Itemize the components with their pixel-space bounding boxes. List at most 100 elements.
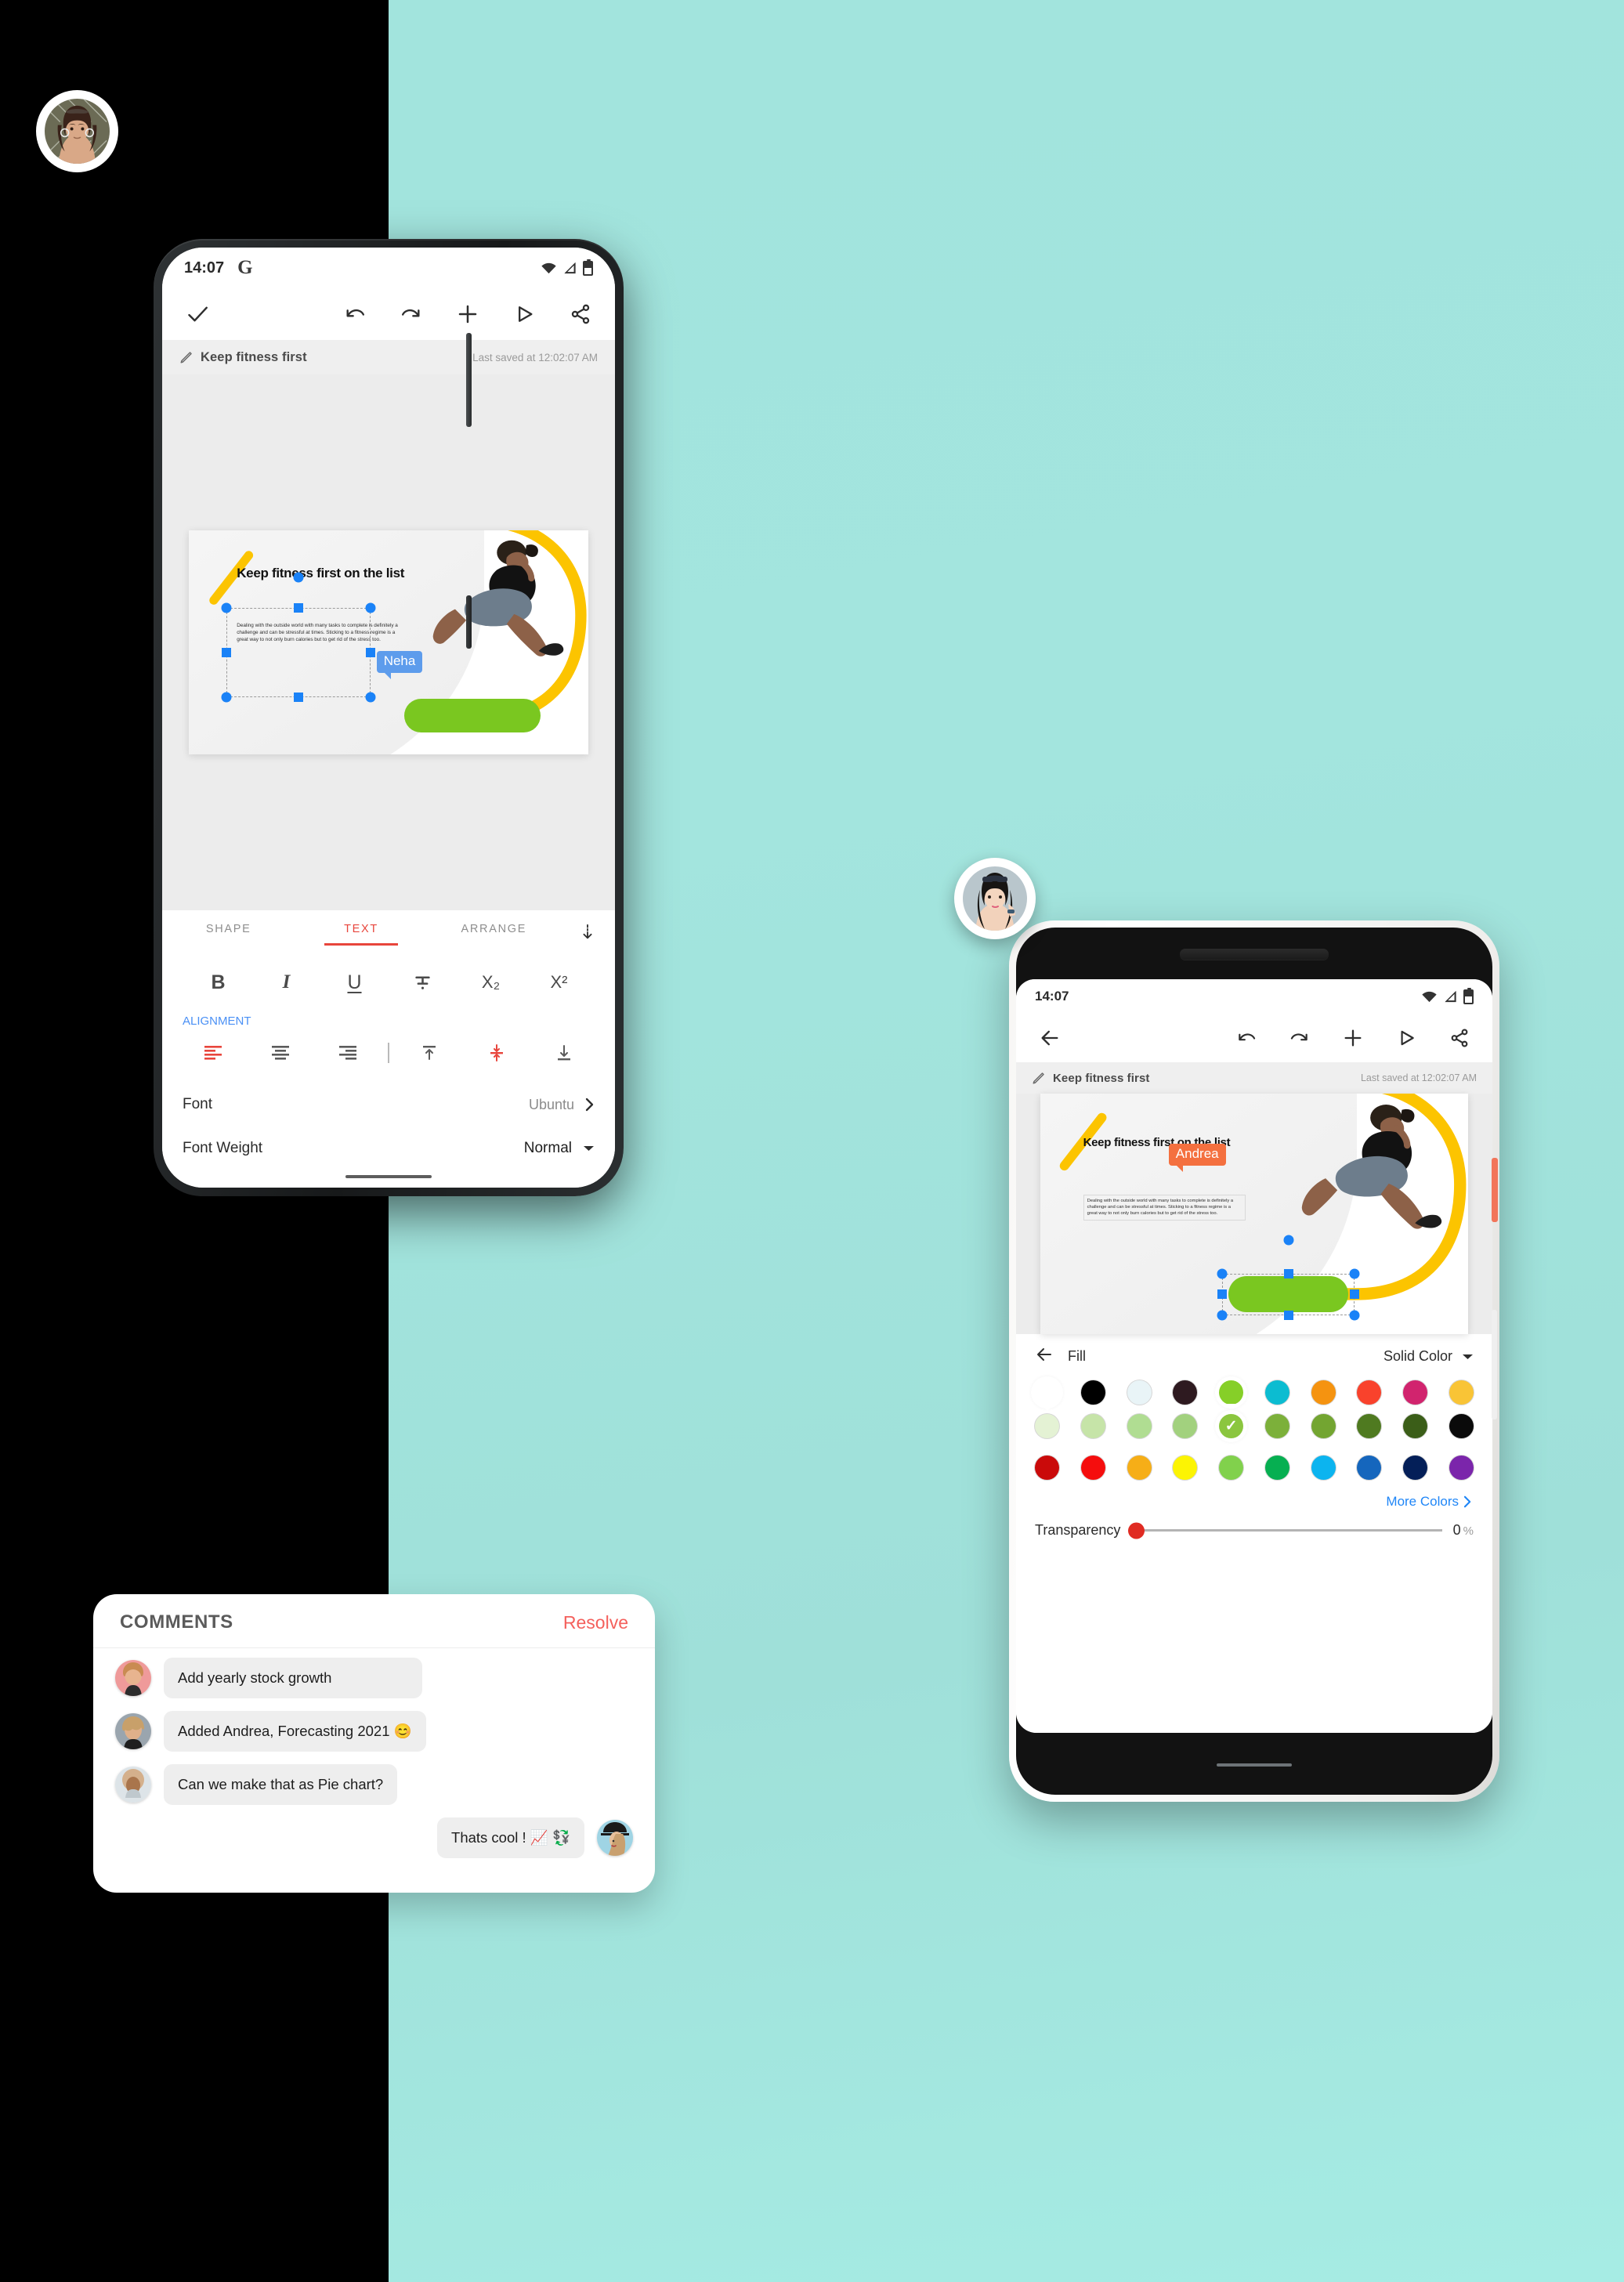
align-left-button[interactable] — [179, 1036, 247, 1070]
superscript-button[interactable]: X² — [541, 964, 577, 1000]
strikethrough-button[interactable] — [405, 964, 441, 1000]
selection-handle[interactable] — [222, 647, 232, 657]
color-swatch-selected[interactable] — [1219, 1380, 1244, 1405]
add-icon[interactable] — [1339, 1024, 1367, 1052]
align-center-button[interactable] — [247, 1036, 314, 1070]
phone2-power-button[interactable] — [1492, 1158, 1498, 1222]
color-swatch[interactable] — [1127, 1380, 1152, 1405]
selection-handle[interactable] — [221, 692, 232, 703]
slide-preview[interactable]: Keep fitness first on the list Dealing w… — [189, 530, 588, 755]
rotate-handle[interactable] — [293, 572, 304, 583]
color-swatch[interactable] — [1173, 1380, 1198, 1405]
avatar[interactable] — [115, 1660, 151, 1696]
transparency-slider-track[interactable] — [1128, 1522, 1442, 1539]
selection-handle[interactable] — [1217, 1289, 1228, 1300]
slide-title-text[interactable]: Keep fitness first on the list — [237, 566, 404, 580]
fill-mode-dropdown[interactable]: Solid Color — [1383, 1348, 1474, 1365]
color-swatch[interactable] — [1357, 1414, 1382, 1439]
align-bottom-button[interactable] — [530, 1036, 598, 1070]
selection-handle[interactable] — [1349, 1310, 1360, 1321]
present-play-icon[interactable] — [1392, 1024, 1420, 1052]
align-middle-button[interactable] — [463, 1036, 530, 1070]
share-icon[interactable] — [1445, 1024, 1474, 1052]
color-swatch[interactable] — [1035, 1380, 1059, 1405]
selection-handle[interactable] — [294, 693, 304, 703]
color-swatch[interactable] — [1311, 1380, 1336, 1405]
subscript-button[interactable]: X₂ — [473, 964, 509, 1000]
color-swatch[interactable] — [1403, 1380, 1428, 1405]
selection-handle[interactable] — [365, 692, 376, 703]
color-swatch[interactable] — [1264, 1456, 1289, 1481]
phone2-canvas-area[interactable]: Keep fitness first on the list Dealing w… — [1016, 1094, 1492, 1335]
resolve-button[interactable]: Resolve — [563, 1612, 628, 1633]
color-swatch[interactable] — [1080, 1456, 1105, 1481]
color-swatch[interactable] — [1357, 1380, 1382, 1405]
slide-preview[interactable]: Keep fitness first on the list Dealing w… — [1040, 1094, 1468, 1335]
more-colors-link[interactable]: More Colors — [1016, 1485, 1492, 1513]
phone2-volume-button[interactable] — [1492, 1310, 1497, 1419]
underline-button[interactable]: U — [337, 964, 373, 1000]
rotate-handle[interactable] — [1283, 1235, 1294, 1246]
color-swatch[interactable] — [1035, 1456, 1059, 1481]
phone1-volume-button[interactable] — [466, 333, 472, 427]
align-right-button[interactable] — [314, 1036, 382, 1070]
avatar[interactable] — [115, 1767, 151, 1803]
avatar-badge-neha[interactable] — [36, 90, 118, 172]
selection-handle[interactable] — [1283, 1269, 1293, 1279]
color-swatch[interactable] — [1403, 1414, 1428, 1439]
selection-handle[interactable] — [366, 647, 376, 657]
font-weight-option-row[interactable]: Font Weight Normal — [162, 1127, 615, 1170]
color-swatch-selected[interactable]: ✓ — [1219, 1414, 1244, 1439]
redo-icon[interactable] — [1286, 1024, 1314, 1052]
transparency-slider-knob[interactable] — [1128, 1522, 1145, 1539]
color-swatch[interactable] — [1403, 1456, 1428, 1481]
selection-handle[interactable] — [1217, 1310, 1228, 1321]
font-option-row[interactable]: Font Ubuntu — [162, 1083, 615, 1127]
avatar-badge-andrea[interactable] — [954, 858, 1036, 939]
color-swatch[interactable] — [1080, 1380, 1105, 1405]
color-swatch[interactable] — [1449, 1414, 1474, 1439]
add-icon[interactable] — [454, 300, 482, 328]
selection-handle[interactable] — [294, 602, 304, 613]
present-play-icon[interactable] — [510, 300, 538, 328]
selection-handle[interactable] — [365, 602, 376, 613]
color-swatch[interactable] — [1127, 1414, 1152, 1439]
undo-icon[interactable] — [341, 300, 369, 328]
tab-shape[interactable]: SHAPE — [162, 923, 295, 946]
undo-icon[interactable] — [1232, 1024, 1260, 1052]
back-arrow-icon[interactable] — [1035, 1023, 1065, 1053]
phone1-power-button[interactable] — [466, 595, 472, 649]
avatar[interactable] — [597, 1820, 633, 1856]
tab-text[interactable]: TEXT — [295, 923, 427, 946]
selection-handle[interactable] — [1349, 1268, 1360, 1279]
confirm-check-icon[interactable] — [183, 299, 212, 329]
color-swatch[interactable] — [1311, 1456, 1336, 1481]
phone2-document-title-bar[interactable]: Keep fitness first Last saved at 12:02:0… — [1016, 1062, 1492, 1094]
back-arrow-icon[interactable] — [1035, 1345, 1054, 1368]
transparency-control[interactable]: Transparency 0% — [1016, 1513, 1492, 1539]
color-swatch[interactable] — [1449, 1380, 1474, 1405]
color-swatch[interactable] — [1080, 1414, 1105, 1439]
color-swatch[interactable] — [1357, 1456, 1382, 1481]
color-swatch[interactable] — [1219, 1456, 1244, 1481]
color-swatch[interactable] — [1311, 1414, 1336, 1439]
selection-handle[interactable] — [221, 602, 232, 613]
selection-handle[interactable] — [1217, 1268, 1228, 1279]
redo-icon[interactable] — [397, 300, 425, 328]
color-swatch[interactable] — [1173, 1456, 1198, 1481]
bold-button[interactable]: B — [201, 964, 237, 1000]
share-icon[interactable] — [566, 300, 595, 328]
slide-body-text[interactable]: Dealing with the outside world with many… — [1083, 1194, 1246, 1221]
align-top-button[interactable] — [396, 1036, 463, 1070]
color-swatch[interactable] — [1173, 1414, 1198, 1439]
italic-button[interactable]: I — [269, 964, 305, 1000]
green-pill-shape[interactable] — [404, 698, 541, 732]
selection-handle[interactable] — [1283, 1310, 1293, 1320]
color-swatch[interactable] — [1264, 1414, 1289, 1439]
phone1-canvas-area[interactable]: Keep fitness first on the list Dealing w… — [162, 374, 615, 910]
color-swatch[interactable] — [1127, 1456, 1152, 1481]
color-swatch[interactable] — [1035, 1414, 1059, 1439]
color-swatch[interactable] — [1264, 1380, 1289, 1405]
tab-arrange[interactable]: ARRANGE — [428, 923, 560, 946]
selection-handle[interactable] — [1350, 1289, 1360, 1300]
